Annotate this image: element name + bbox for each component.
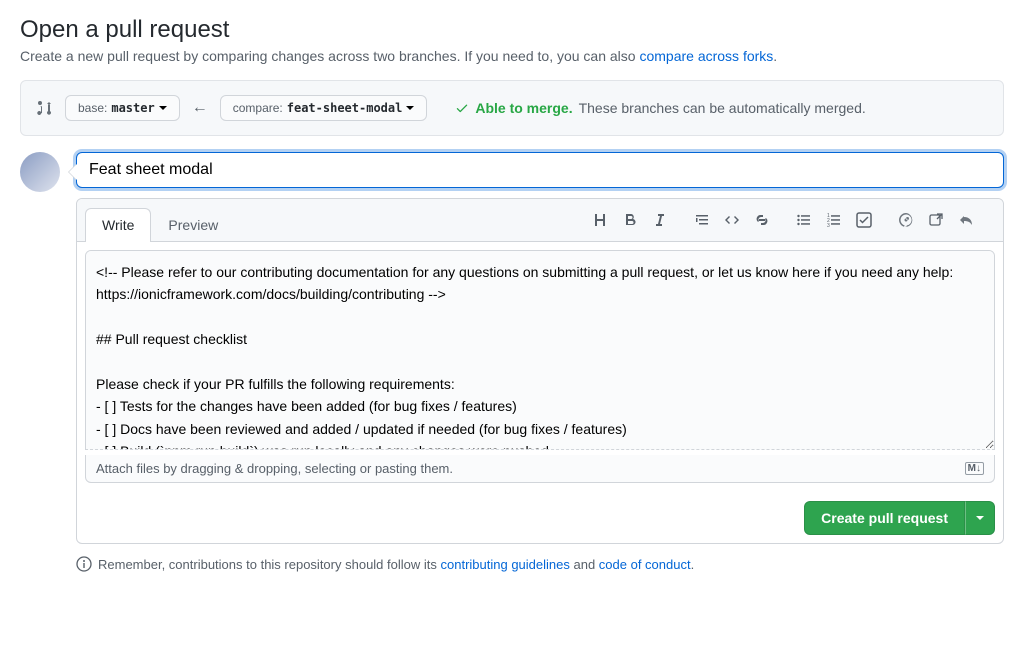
caret-down-icon	[406, 104, 414, 112]
quote-icon[interactable]	[689, 207, 715, 233]
markdown-badge-icon: M↓	[965, 462, 984, 475]
base-value: master	[111, 101, 154, 115]
subtitle-suffix: .	[773, 48, 777, 64]
caret-down-icon	[976, 514, 984, 522]
editor-tabs: Write Preview	[85, 208, 235, 241]
editor: Write Preview	[76, 198, 1004, 544]
create-pr-button[interactable]: Create pull request	[804, 501, 965, 535]
avatar	[20, 152, 60, 192]
compare-value: feat-sheet-modal	[287, 101, 403, 115]
contributing-guidelines-link[interactable]: contributing guidelines	[441, 557, 570, 572]
check-icon	[455, 101, 469, 115]
footer-prefix: Remember, contributions to this reposito…	[98, 557, 441, 572]
attach-hint-text: Attach files by dragging & dropping, sel…	[96, 461, 453, 476]
ordered-list-icon[interactable]: 123	[821, 207, 847, 233]
tab-write[interactable]: Write	[85, 208, 151, 242]
arrow-left-icon: ←	[192, 99, 208, 117]
subtitle-prefix: Create a new pull request by comparing c…	[20, 48, 639, 64]
code-of-conduct-link[interactable]: code of conduct	[599, 557, 691, 572]
pr-body-textarea[interactable]	[85, 250, 995, 450]
footer-mid: and	[570, 557, 599, 572]
compare-box: base: master ← compare: feat-sheet-modal…	[20, 80, 1004, 136]
pr-title-input[interactable]	[76, 152, 1004, 188]
markdown-toolbar: 123	[579, 207, 995, 241]
link-icon[interactable]	[749, 207, 775, 233]
page-title: Open a pull request	[20, 16, 1004, 44]
unordered-list-icon[interactable]	[791, 207, 817, 233]
caret-down-icon	[159, 104, 167, 112]
tab-preview[interactable]: Preview	[151, 208, 235, 241]
base-label: base:	[78, 101, 107, 115]
page-subtitle: Create a new pull request by comparing c…	[20, 48, 1004, 64]
compare-label: compare:	[233, 101, 283, 115]
merge-able-label: Able to merge.	[475, 100, 572, 116]
bold-icon[interactable]	[617, 207, 643, 233]
footer-note: Remember, contributions to this reposito…	[20, 556, 1004, 572]
base-branch-button[interactable]: base: master	[65, 95, 180, 121]
git-compare-icon	[37, 100, 53, 116]
cross-reference-icon[interactable]	[923, 207, 949, 233]
compare-forks-link[interactable]: compare across forks	[639, 48, 773, 64]
footer-suffix: .	[691, 557, 695, 572]
comment-box: Write Preview	[76, 152, 1004, 544]
compare-branch-button[interactable]: compare: feat-sheet-modal	[220, 95, 428, 121]
attach-hint[interactable]: Attach files by dragging & dropping, sel…	[85, 455, 995, 483]
code-icon[interactable]	[719, 207, 745, 233]
merge-status: Able to merge. These branches can be aut…	[455, 100, 865, 116]
info-icon	[76, 556, 92, 572]
create-pr-dropdown-button[interactable]	[965, 501, 995, 535]
svg-text:3: 3	[827, 223, 830, 228]
heading-icon[interactable]	[587, 207, 613, 233]
tasklist-icon[interactable]	[851, 207, 877, 233]
merge-text: These branches can be automatically merg…	[579, 100, 866, 116]
italic-icon[interactable]	[647, 207, 673, 233]
reply-icon[interactable]	[953, 207, 979, 233]
mention-icon[interactable]	[893, 207, 919, 233]
